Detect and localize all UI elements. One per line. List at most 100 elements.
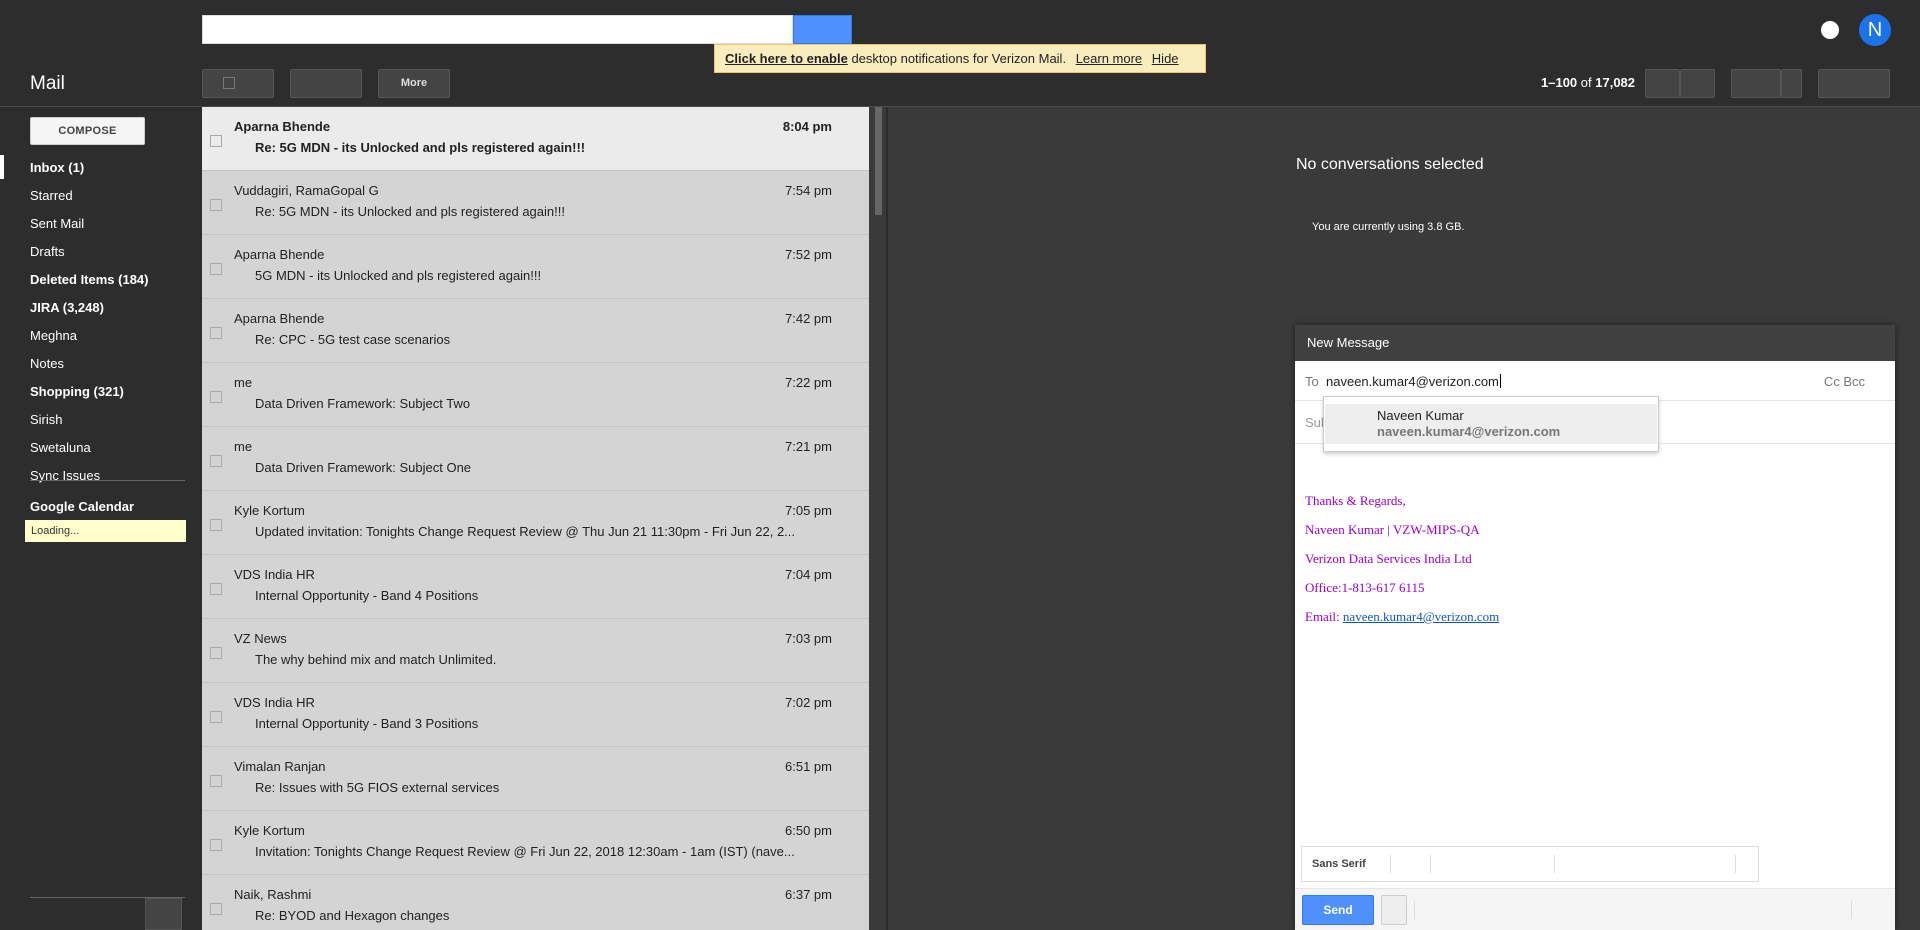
row-subject: Data Driven Framework: Subject One [255, 460, 472, 475]
prev-page-button[interactable] [1645, 69, 1680, 98]
row-sender: Vuddagiri, RamaGopal G [234, 183, 379, 198]
row-subject: Re: 5G MDN - its Unlocked and pls regist… [255, 140, 586, 155]
sidebar-item-sent[interactable]: Sent Mail [30, 216, 84, 231]
more-button[interactable]: More [378, 69, 450, 98]
row-time: 7:22 pm [785, 375, 832, 390]
table-row[interactable]: Aparna Bhende Re: 5G MDN - its Unlocked … [202, 107, 869, 171]
enable-notifications-link[interactable]: Click here to enable [725, 51, 848, 66]
sidebar-item-starred[interactable]: Starred [30, 188, 73, 203]
active-indicator [0, 155, 4, 179]
search-input[interactable] [202, 15, 793, 44]
row-time: 7:05 pm [785, 503, 832, 518]
toolbar-separator [1735, 855, 1736, 873]
row-subject: Data Driven Framework: Subject Two [255, 396, 471, 411]
table-row[interactable]: Kyle Kortum Invitation: Tonights Change … [202, 811, 869, 875]
to-input[interactable]: naveen.kumar4@verizon.com [1326, 374, 1501, 389]
input-tools-button[interactable] [1731, 69, 1781, 98]
settings-button[interactable] [1818, 69, 1890, 98]
row-checkbox[interactable] [210, 775, 222, 787]
row-sender: Kyle Kortum [234, 823, 305, 838]
sidebar-item-jira[interactable]: JIRA (3,248) [30, 300, 104, 315]
refresh-button[interactable] [290, 69, 362, 98]
row-checkbox[interactable] [210, 839, 222, 851]
mail-title[interactable]: Mail [30, 73, 65, 95]
sidebar-item-notes[interactable]: Notes [30, 356, 64, 371]
table-row[interactable]: VDS India HR Internal Opportunity - Band… [202, 683, 869, 747]
autocomplete-item[interactable]: Naveen Kumar naveen.kumar4@verizon.com [1325, 404, 1657, 444]
sidebar-item-swetaluna[interactable]: Swetaluna [30, 440, 91, 455]
row-sender: me [234, 375, 253, 390]
row-checkbox[interactable] [210, 327, 222, 339]
calendar-title[interactable]: Google Calendar [30, 499, 134, 514]
table-row[interactable]: me Data Driven Framework: Subject One 7:… [202, 427, 869, 491]
row-sender: Kyle Kortum [234, 503, 305, 518]
apps-dot-icon[interactable] [1821, 21, 1839, 39]
formatting-options-button[interactable] [1381, 895, 1407, 925]
row-checkbox[interactable] [210, 199, 222, 211]
sidebar-item-drafts[interactable]: Drafts [30, 244, 65, 259]
row-checkbox[interactable] [210, 455, 222, 467]
row-time: 7:03 pm [785, 631, 832, 646]
row-checkbox[interactable] [210, 519, 222, 531]
row-sender: Aparna Bhende [234, 247, 325, 262]
list-scroll-thumb[interactable] [875, 107, 882, 215]
sidebar-item-sirish[interactable]: Sirish [30, 412, 63, 427]
row-time: 7:02 pm [785, 695, 832, 710]
notification-message: desktop notifications for Verizon Mail. [851, 51, 1067, 66]
row-sender: VZ News [234, 631, 287, 646]
font-select[interactable]: Sans Serif [1312, 858, 1366, 870]
row-time: 6:50 pm [785, 823, 832, 838]
signature-line: Verizon Data Services India Ltd [1305, 551, 1472, 566]
row-time: 7:42 pm [785, 311, 832, 326]
table-row[interactable]: VDS India HR Internal Opportunity - Band… [202, 555, 869, 619]
table-row[interactable]: Aparna Bhende Re: CPC - 5G test case sce… [202, 299, 869, 363]
message-list: Aparna Bhende Re: 5G MDN - its Unlocked … [202, 107, 869, 930]
row-checkbox[interactable] [210, 583, 222, 595]
sidebar-item-meghna[interactable]: Meghna [30, 328, 77, 343]
row-subject: 5G MDN - its Unlocked and pls registered… [255, 268, 542, 283]
input-tools-dropdown[interactable] [1781, 69, 1802, 98]
table-row[interactable]: VZ News The why behind mix and match Unl… [202, 619, 869, 683]
storage-usage: You are currently using 3.8 GB. [1312, 221, 1465, 233]
table-row[interactable]: Aparna Bhende 5G MDN - its Unlocked and … [202, 235, 869, 299]
learn-more-link[interactable]: Learn more [1076, 51, 1142, 66]
list-scrollbar[interactable] [871, 107, 884, 930]
autocomplete-dropdown: Naveen Kumar naveen.kumar4@verizon.com [1323, 396, 1659, 452]
row-checkbox[interactable] [210, 903, 222, 915]
row-subject: Updated invitation: Tonights Change Requ… [255, 524, 796, 539]
row-subject: Invitation: Tonights Change Request Revi… [255, 844, 795, 859]
row-sender: Aparna Bhende [234, 119, 331, 134]
compose-title: New Message [1307, 335, 1390, 350]
table-row[interactable]: Kyle Kortum Updated invitation: Tonights… [202, 491, 869, 555]
send-button[interactable]: Send [1302, 895, 1374, 925]
row-time: 8:04 pm [782, 119, 832, 134]
table-row[interactable]: Vuddagiri, RamaGopal G Re: 5G MDN - its … [202, 171, 869, 235]
row-checkbox[interactable] [210, 647, 222, 659]
toolbar-separator [1554, 855, 1555, 873]
sidebar-item-inbox[interactable]: Inbox (1) [30, 160, 84, 175]
row-checkbox[interactable] [210, 135, 222, 147]
send-bar-separator [1851, 901, 1852, 919]
row-subject: Internal Opportunity - Band 4 Positions [255, 588, 479, 603]
avatar[interactable]: N [1859, 14, 1891, 46]
row-checkbox[interactable] [210, 711, 222, 723]
cc-bcc-links[interactable]: Cc Bcc [1824, 374, 1865, 389]
signature-email-link[interactable]: naveen.kumar4@verizon.com [1343, 609, 1499, 624]
hide-link[interactable]: Hide [1152, 51, 1179, 66]
compose-button[interactable]: COMPOSE [30, 117, 145, 145]
to-field[interactable]: To naveen.kumar4@verizon.com Cc Bcc [1295, 361, 1895, 401]
table-row[interactable]: Naik, Rashmi Re: BYOD and Hexagon change… [202, 875, 869, 930]
row-time: 6:51 pm [785, 759, 832, 774]
table-row[interactable]: Vimalan Ranjan Re: Issues with 5G FIOS e… [202, 747, 869, 811]
sidebar-item-deleted[interactable]: Deleted Items (184) [30, 272, 149, 287]
sidebar-item-shopping[interactable]: Shopping (321) [30, 384, 124, 399]
sidebar-bottom-button[interactable] [145, 898, 182, 930]
next-page-button[interactable] [1680, 69, 1715, 98]
row-checkbox[interactable] [210, 391, 222, 403]
row-checkbox[interactable] [210, 263, 222, 275]
search-button[interactable] [793, 15, 852, 44]
select-all-button[interactable] [202, 69, 274, 98]
compose-header[interactable]: New Message [1295, 325, 1895, 361]
table-row[interactable]: me Data Driven Framework: Subject Two 7:… [202, 363, 869, 427]
signature-email: Email: naveen.kumar4@verizon.com [1305, 609, 1500, 624]
